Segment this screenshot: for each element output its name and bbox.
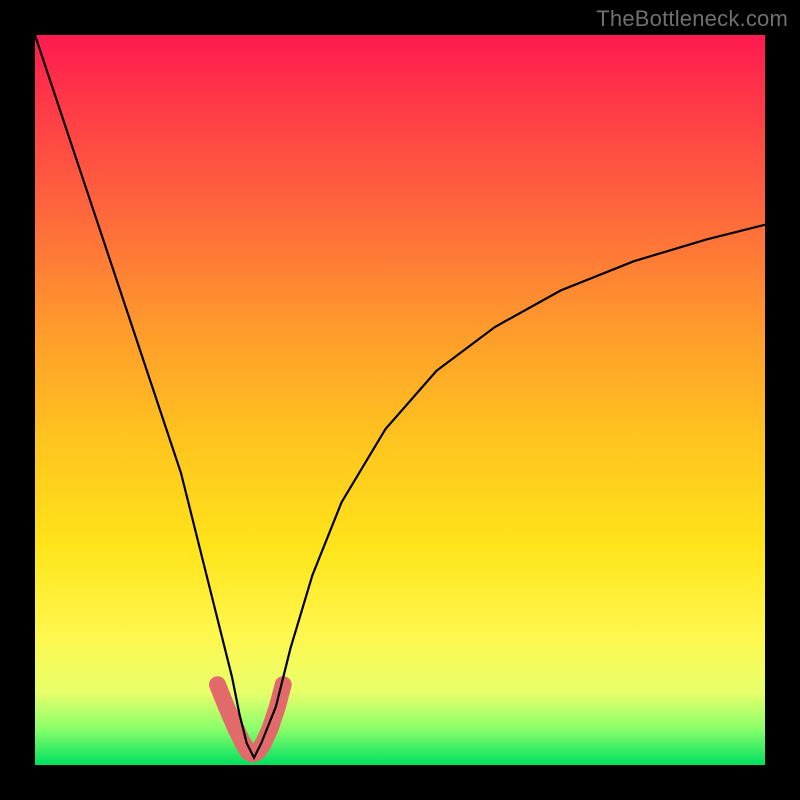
chart-frame: TheBottleneck.com <box>0 0 800 800</box>
watermark-text: TheBottleneck.com <box>596 6 788 32</box>
chart-svg <box>35 35 765 765</box>
highlight-segment <box>218 685 284 754</box>
bottleneck-curve <box>35 35 765 758</box>
